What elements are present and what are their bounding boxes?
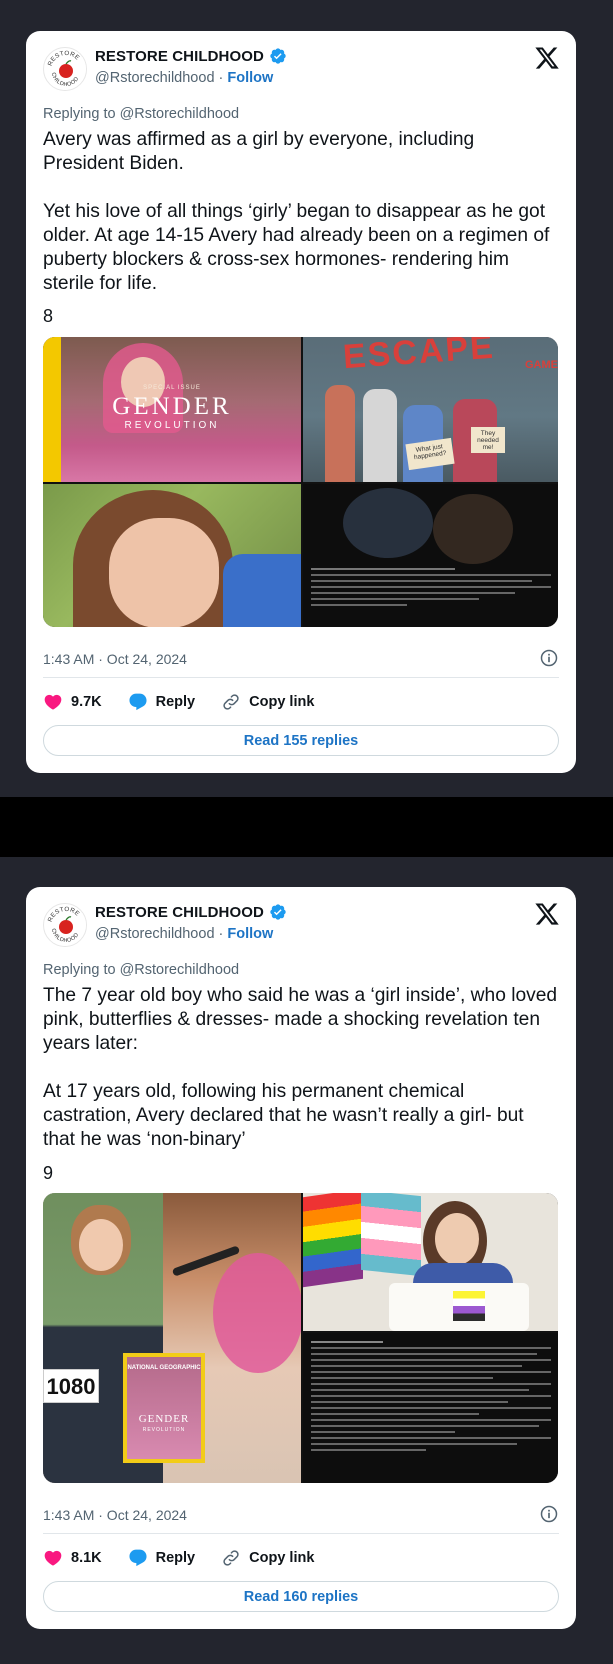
copy-link-button[interactable]: Copy link — [221, 1548, 314, 1568]
avatar[interactable]: RESTORE CHILDHOOD — [43, 903, 87, 947]
thread-number: 8 — [43, 306, 54, 326]
action-bar: 9.7K Reply Copy link — [43, 692, 314, 712]
race-bib: 1080 — [43, 1369, 99, 1403]
escape-sign-sub: GAME — [525, 359, 558, 371]
copy-link-button[interactable]: Copy link — [221, 692, 314, 712]
handle-separator: · — [218, 70, 224, 86]
media-image-flags-cake[interactable] — [303, 1193, 558, 1331]
face-shape — [109, 518, 219, 627]
heart-icon — [44, 1550, 62, 1566]
handle[interactable]: @Rstorechildhood — [95, 70, 215, 86]
copy-link-label: Copy link — [249, 1550, 315, 1566]
media-image-article-screenshot[interactable] — [303, 1333, 558, 1483]
heart-icon — [44, 694, 62, 710]
reply-label: Reply — [155, 694, 196, 710]
verified-badge-icon — [269, 903, 287, 921]
verified-badge-icon — [269, 47, 287, 65]
escape-sign: ESCAPE — [341, 337, 496, 377]
article-text-lines — [311, 568, 551, 610]
article-text-lines — [311, 1341, 551, 1455]
media-image-escape-room[interactable]: ESCAPE GAME What just happened? They nee… — [303, 337, 558, 482]
thread-number: 9 — [43, 1163, 54, 1183]
tweet-text: Avery was affirmed as a girl by everyone… — [43, 129, 550, 294]
sign-what-just-happened: What just happened? — [405, 437, 455, 471]
person-2 — [363, 389, 397, 482]
copy-link-label: Copy link — [249, 694, 315, 710]
face-shape — [435, 1213, 479, 1265]
link-icon — [223, 694, 239, 710]
magazine-kicker: SPECIAL ISSUE — [143, 385, 201, 391]
display-name[interactable]: RESTORE CHILDHOOD — [95, 48, 264, 65]
shirt-shape — [223, 554, 301, 627]
divider — [43, 1533, 559, 1534]
runner-face — [79, 1219, 123, 1271]
tweet-card[interactable]: RESTORE CHILDHOOD RESTORE CHILDHOOD @Rst… — [26, 887, 576, 1629]
magazine-subtitle: REVOLUTION — [124, 420, 220, 431]
person-silhouette — [343, 488, 433, 558]
media-grid[interactable]: 1080 NATIONAL GEOGRAPHIC GENDER REVOLUTI… — [43, 1193, 558, 1483]
x-logo-icon[interactable] — [534, 901, 560, 927]
follow-button[interactable]: Follow — [227, 70, 273, 86]
action-bar: 8.1K Reply Copy link — [43, 1548, 314, 1568]
reply-bubble-icon — [129, 1549, 147, 1567]
handle-separator: · — [218, 926, 224, 942]
divider — [43, 677, 559, 678]
pink-hair — [213, 1253, 301, 1373]
info-icon[interactable] — [539, 1504, 559, 1524]
media-image-article-screenshot[interactable] — [303, 484, 558, 627]
magazine-inset-title: GENDER — [138, 1413, 190, 1425]
magazine-inset: NATIONAL GEOGRAPHIC GENDER REVOLUTION — [123, 1353, 205, 1463]
sign-they-needed-me: They needed me! — [471, 427, 505, 453]
nonbinary-flag-decoration — [453, 1291, 485, 1321]
magazine-inset-subtitle: REVOLUTION — [142, 1427, 186, 1433]
rainbow-flag — [303, 1193, 363, 1288]
timestamp[interactable]: 1:43 AM · Oct 24, 2024 — [43, 651, 187, 667]
follow-button[interactable]: Follow — [227, 926, 273, 942]
media-image-magazine-cover[interactable]: SPECIAL ISSUE GENDER REVOLUTION — [43, 337, 301, 482]
magazine-title: GENDER — [112, 393, 232, 420]
like-count: 9.7K — [71, 694, 102, 710]
background-separator — [0, 797, 613, 857]
tweet-card[interactable]: RESTORE CHILDHOOD RESTORE CHILDHOOD @Rst… — [26, 31, 576, 773]
read-replies-button[interactable]: Read 160 replies — [43, 1581, 559, 1612]
reply-button[interactable]: Reply — [128, 692, 196, 712]
like-count: 8.1K — [71, 1550, 102, 1566]
info-icon[interactable] — [539, 648, 559, 668]
display-name[interactable]: RESTORE CHILDHOOD — [95, 904, 264, 921]
handle[interactable]: @Rstorechildhood — [95, 926, 215, 942]
like-button[interactable]: 8.1K — [43, 1548, 102, 1568]
media-image-portrait[interactable] — [43, 484, 301, 627]
link-icon — [223, 1550, 239, 1566]
avatar[interactable]: RESTORE CHILDHOOD — [43, 47, 87, 91]
replying-to: Replying to @Rstorechildhood — [43, 962, 240, 978]
person-1 — [325, 385, 355, 482]
read-replies-button[interactable]: Read 155 replies — [43, 725, 559, 756]
x-logo-icon[interactable] — [534, 45, 560, 71]
like-button[interactable]: 9.7K — [43, 692, 102, 712]
tweet-text: The 7 year old boy who said he was a ‘gi… — [43, 985, 558, 1150]
reply-bubble-icon — [129, 693, 147, 711]
media-image-collage-left[interactable]: 1080 NATIONAL GEOGRAPHIC GENDER REVOLUTI… — [43, 1193, 301, 1483]
timestamp[interactable]: 1:43 AM · Oct 24, 2024 — [43, 1507, 187, 1523]
person-silhouette-2 — [433, 494, 513, 564]
replying-to: Replying to @Rstorechildhood — [43, 106, 240, 122]
reply-label: Reply — [155, 1550, 196, 1566]
reply-button[interactable]: Reply — [128, 1548, 196, 1568]
trans-flag — [361, 1193, 421, 1277]
media-grid[interactable]: SPECIAL ISSUE GENDER REVOLUTION ESCAPE G… — [43, 337, 558, 627]
magazine-inset-brand: NATIONAL GEOGRAPHIC — [127, 1365, 201, 1371]
